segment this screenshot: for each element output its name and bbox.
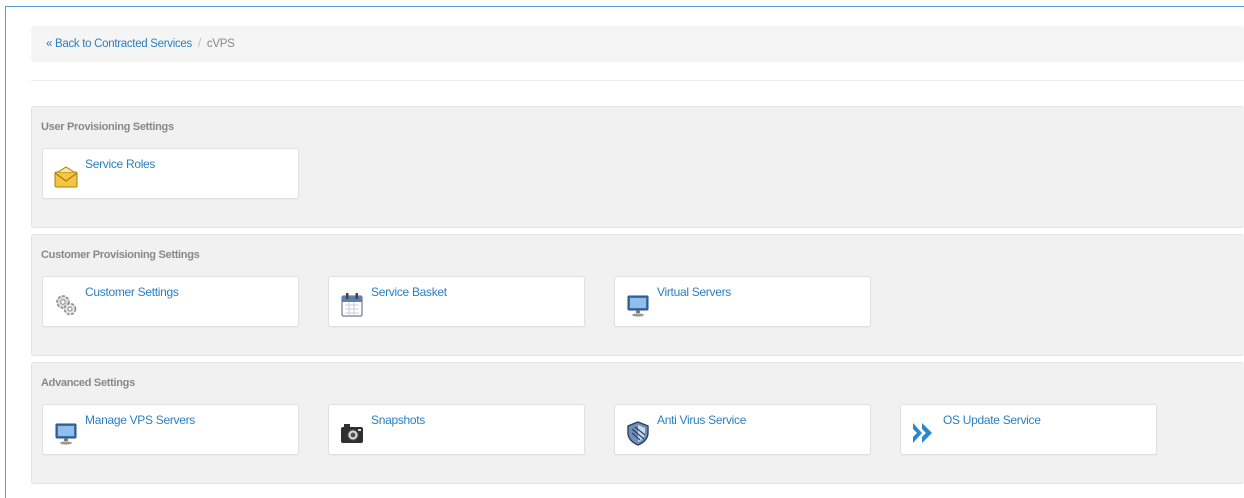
tile-label: Manage VPS Servers <box>85 413 195 427</box>
monitor-icon <box>624 291 652 319</box>
breadcrumb-separator: / <box>197 38 201 50</box>
camera-icon <box>338 419 366 447</box>
breadcrumb-current: cVPS <box>206 38 235 50</box>
section-title: User Provisioning Settings <box>41 121 174 133</box>
envelope-icon <box>52 163 80 191</box>
gears-icon <box>52 291 80 319</box>
tile-label: Virtual Servers <box>657 285 731 299</box>
tile-label: Snapshots <box>371 413 426 427</box>
tile-label: Customer Settings <box>85 285 179 299</box>
section-title: Advanced Settings <box>41 377 135 389</box>
section-customer-provisioning: Customer Provisioning Settings Customer … <box>31 234 1244 356</box>
tile-snapshots[interactable]: Snapshots <box>328 404 585 455</box>
tile-label: OS Update Service <box>943 413 1041 427</box>
calendar-icon <box>338 291 366 319</box>
divider <box>31 80 1244 81</box>
shield-icon <box>624 419 652 447</box>
tile-anti-virus-service[interactable]: Anti Virus Service <box>614 404 871 455</box>
section-user-provisioning: User Provisioning Settings Service Roles <box>31 106 1244 228</box>
tile-label: Service Roles <box>85 157 156 171</box>
tile-service-basket[interactable]: Service Basket <box>328 276 585 327</box>
tile-label: Anti Virus Service <box>657 413 747 427</box>
tile-os-update-service[interactable]: OS Update Service <box>900 404 1157 455</box>
tile-service-roles[interactable]: Service Roles <box>42 148 299 199</box>
section-advanced-settings: Advanced Settings Manage VPS Servers Sna… <box>31 362 1244 484</box>
tile-label: Service Basket <box>371 285 447 299</box>
monitor-icon <box>52 419 80 447</box>
double-chevron-icon <box>910 419 938 447</box>
back-to-contracted-services-link[interactable]: « Back to Contracted Services <box>46 38 192 50</box>
tile-customer-settings[interactable]: Customer Settings <box>42 276 299 327</box>
tile-virtual-servers[interactable]: Virtual Servers <box>614 276 871 327</box>
breadcrumb: « Back to Contracted Services / cVPS <box>31 26 1244 62</box>
tile-manage-vps-servers[interactable]: Manage VPS Servers <box>42 404 299 455</box>
section-title: Customer Provisioning Settings <box>41 249 200 261</box>
